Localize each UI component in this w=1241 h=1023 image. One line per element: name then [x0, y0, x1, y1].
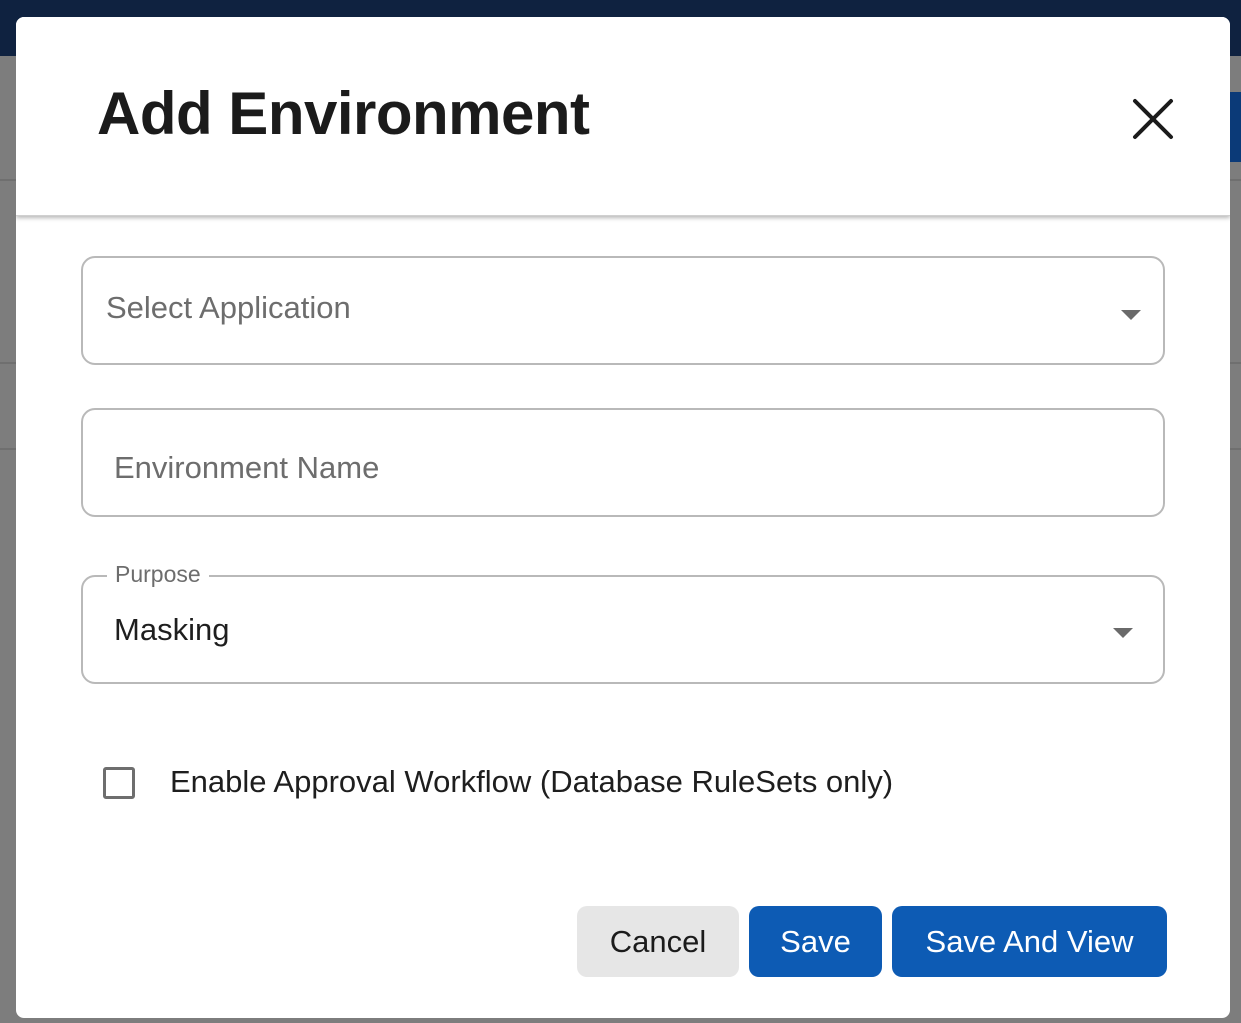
save-and-view-button[interactable]: Save And View: [892, 906, 1167, 977]
dialog-header: Add Environment: [16, 17, 1230, 216]
approval-workflow-label[interactable]: Enable Approval Workflow (Database RuleS…: [170, 764, 893, 800]
cancel-button[interactable]: Cancel: [577, 906, 739, 977]
dialog-title: Add Environment: [97, 80, 590, 147]
select-application-placeholder: Select Application: [106, 290, 351, 325]
purpose-label: Purpose: [107, 561, 209, 588]
select-application-dropdown[interactable]: Select Application: [81, 256, 1165, 365]
environment-name-placeholder: Environment Name: [114, 450, 380, 485]
chevron-down-icon: [1113, 628, 1133, 638]
close-icon: [1133, 99, 1173, 139]
purpose-value: Masking: [114, 612, 230, 647]
approval-workflow-checkbox[interactable]: [103, 767, 135, 799]
chevron-down-icon: [1121, 310, 1141, 320]
purpose-dropdown[interactable]: Purpose Masking: [81, 561, 1165, 684]
environment-name-input[interactable]: Environment Name: [81, 408, 1165, 517]
close-button[interactable]: [1126, 92, 1180, 146]
save-button[interactable]: Save: [749, 906, 882, 977]
add-environment-dialog: Add Environment Select Application Envir…: [16, 17, 1230, 1018]
